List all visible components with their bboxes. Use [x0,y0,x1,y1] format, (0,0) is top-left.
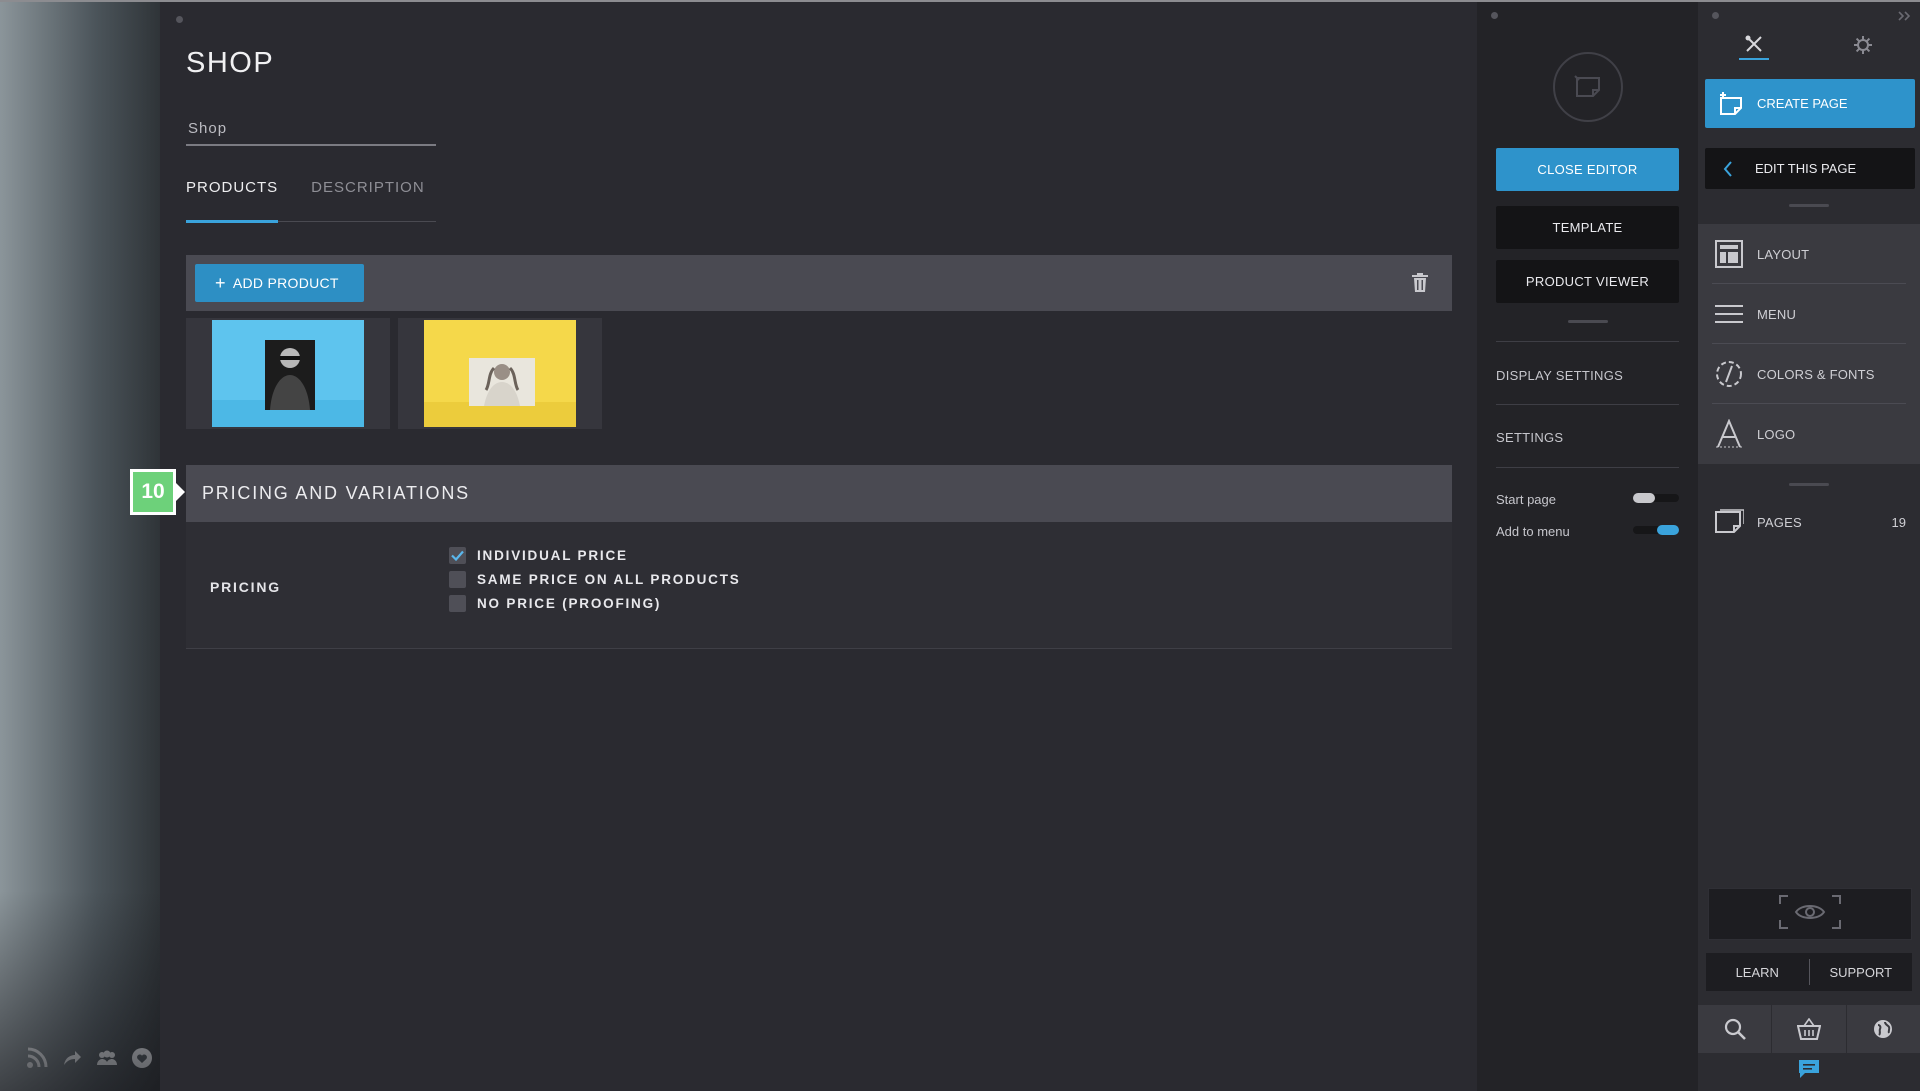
gear-icon[interactable] [1848,30,1878,60]
option-same-price[interactable]: SAME PRICE ON ALL PRODUCTS [449,571,741,588]
checkbox[interactable] [449,595,466,612]
create-page-button[interactable]: CREATE PAGE [1705,79,1915,128]
start-page-label: Start page [1496,492,1556,507]
start-page-row: Start page [1496,492,1679,507]
menu-icon [1714,299,1744,329]
share-icon[interactable] [61,1047,83,1069]
rss-icon[interactable] [26,1047,48,1069]
pricing-label: PRICING [210,579,281,595]
site-background-preview [0,2,160,1091]
site-panel-tabs [1698,22,1920,62]
favorite-icon[interactable] [131,1047,153,1069]
page-title: SHOP [186,47,275,79]
plus-icon: + [215,273,226,293]
add-to-menu-toggle[interactable] [1633,525,1679,535]
colors-fonts-icon [1714,359,1744,389]
add-to-menu-label: Add to menu [1496,524,1570,539]
section-title: PRICING AND VARIATIONS [202,483,470,503]
create-page-label: CREATE PAGE [1757,96,1848,111]
divider-handle [1568,320,1608,323]
search-icon[interactable] [1698,1005,1773,1053]
edit-this-page-button[interactable]: EDIT THIS PAGE [1705,148,1915,189]
trash-icon[interactable] [1410,272,1430,294]
sidebar-item-menu[interactable]: MENU [1698,284,1920,344]
add-product-label: ADD PRODUCT [232,275,339,291]
option-label: SAME PRICE ON ALL PRODUCTS [477,572,741,587]
sidebar-item-layout[interactable]: LAYOUT [1698,224,1920,284]
divider [1496,467,1679,468]
option-no-price[interactable]: NO PRICE (PROOFING) [449,595,661,612]
edit-this-page-label: EDIT THIS PAGE [1755,161,1857,176]
add-product-button[interactable]: + ADD PRODUCT [195,264,364,302]
products-toolbar: + ADD PRODUCT [186,255,1452,311]
sidebar-item-pages[interactable]: PAGES 19 [1698,492,1920,552]
sidebar-item-logo[interactable]: LOGO [1698,404,1920,464]
drag-dot [1712,12,1719,19]
create-page-icon [1717,91,1747,116]
help-bar: LEARN SUPPORT [1706,953,1912,991]
learn-button[interactable]: LEARN [1706,953,1809,991]
page-editor: SHOP PRODUCTS DESCRIPTION + ADD PRODUCT [130,2,1477,1091]
divider-handle [1789,483,1829,486]
tab-products[interactable]: PRODUCTS [186,177,279,223]
option-label: INDIVIDUAL PRICE [477,548,628,563]
display-settings-link[interactable]: DISPLAY SETTINGS [1496,368,1623,383]
toggle-knob [1633,493,1655,503]
add-to-menu-row: Add to menu [1496,524,1679,539]
close-editor-button[interactable]: CLOSE EDITOR [1496,148,1679,191]
product-thumbnail[interactable] [186,318,390,429]
sidebar-item-label: MENU [1757,306,1797,322]
page-name-input[interactable] [186,112,436,144]
product-image [424,320,576,427]
site-panel: CREATE PAGE EDIT THIS PAGE LAYOUT MENU C… [1698,2,1920,1091]
site-design-list: LAYOUT MENU COLORS & FONTS LOGO [1698,224,1920,464]
page-type-icon [1553,52,1623,122]
divider [1496,404,1679,405]
social-icons [26,1047,153,1069]
start-page-toggle[interactable] [1633,493,1679,503]
sidebar-item-label: PAGES [1757,514,1802,530]
globe-icon[interactable] [1847,1005,1920,1053]
toggle-knob [1657,525,1679,535]
tools-tab-icon[interactable] [1739,30,1769,60]
layout-icon [1714,239,1744,269]
template-button[interactable]: TEMPLATE [1496,206,1679,249]
tab-description[interactable]: DESCRIPTION [311,177,425,222]
sidebar-item-label: COLORS & FONTS [1757,366,1875,382]
bottom-icon-bar [1698,1005,1920,1053]
pages-count: 19 [1891,514,1906,530]
divider [1496,341,1679,342]
eye-icon [1778,894,1842,935]
option-individual-price[interactable]: INDIVIDUAL PRICE [449,547,628,564]
community-icon[interactable] [96,1047,118,1069]
sidebar-item-colors-fonts[interactable]: COLORS & FONTS [1698,344,1920,404]
sidebar-item-label: LAYOUT [1757,246,1810,262]
drag-dot [176,16,183,23]
support-button[interactable]: SUPPORT [1810,953,1913,991]
settings-link[interactable]: SETTINGS [1496,430,1563,445]
drag-dot [1491,12,1498,19]
chat-icon[interactable] [1796,1059,1822,1079]
product-thumbnail[interactable] [398,318,602,429]
chevron-left-icon [1723,160,1739,177]
pages-icon [1714,507,1744,537]
product-viewer-button[interactable]: PRODUCT VIEWER [1496,260,1679,303]
checkbox-checked[interactable] [449,547,466,564]
sidebar-item-label: LOGO [1757,426,1796,442]
divider-handle [1789,204,1829,207]
option-label: NO PRICE (PROOFING) [477,596,662,611]
checkbox[interactable] [449,571,466,588]
collapse-panel-icon[interactable] [1898,8,1912,21]
product-image [212,320,364,427]
logo-icon [1714,419,1744,449]
page-tabs: PRODUCTS DESCRIPTION [186,177,436,223]
preview-button[interactable] [1708,888,1912,940]
pricing-section-body: PRICING INDIVIDUAL PRICE SAME PRICE ON A… [186,522,1452,649]
page-name-field[interactable] [186,112,436,146]
editor-panel: CLOSE EDITOR TEMPLATE PRODUCT VIEWER DIS… [1477,2,1698,1091]
basket-icon[interactable] [1772,1005,1847,1053]
pricing-section-header[interactable]: 10 PRICING AND VARIATIONS [130,465,1452,522]
step-badge: 10 [130,469,185,515]
